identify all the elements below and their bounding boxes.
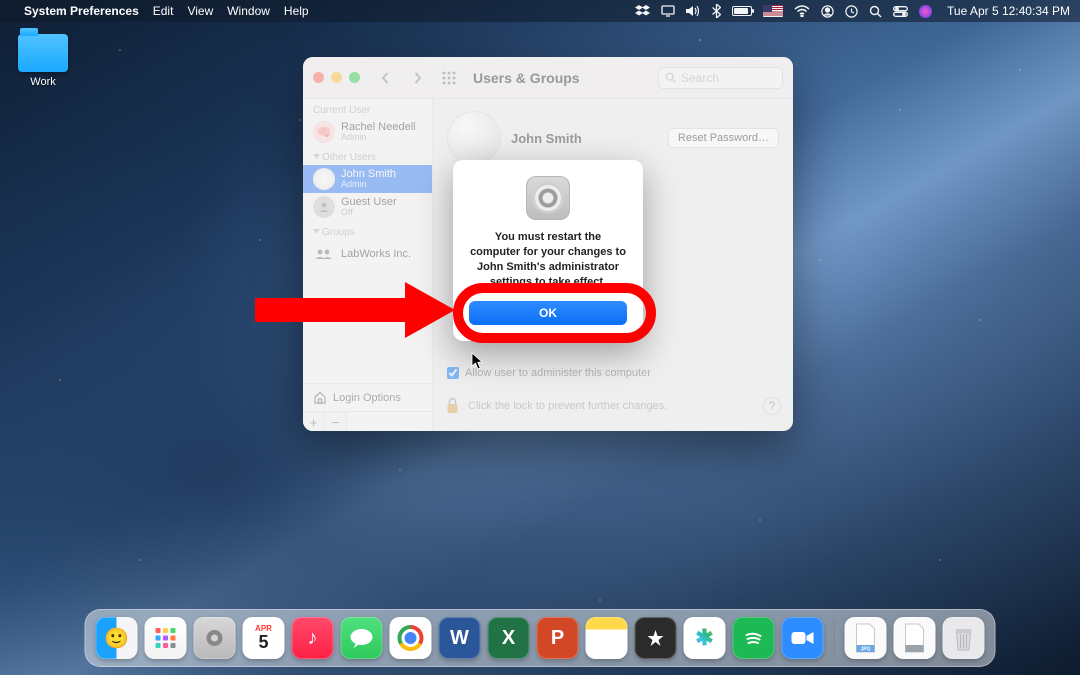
desktop-folder-work[interactable]: Work [10,34,76,88]
dock: 🙂 APR5 ♪ W X P ✱ JPG [85,609,996,667]
calendar-day: 5 [258,633,268,651]
house-icon [313,391,327,404]
mouse-cursor [471,352,485,370]
dock-item-trash[interactable] [943,617,985,659]
dock-item-slack[interactable]: ✱ [684,617,726,659]
groups-label: Groups [303,221,432,240]
help-button[interactable]: ? [763,397,781,415]
other-users-label: Other Users [303,146,432,165]
remove-user-button[interactable]: − [325,412,347,431]
folder-icon [18,34,68,72]
login-options-label: Login Options [333,392,401,404]
user-role: Admin [341,133,416,143]
user-icon[interactable] [821,5,834,18]
system-preferences-window: Users & Groups Search Current User 🧠 Rac… [303,57,793,431]
dock-item-chrome[interactable] [390,617,432,659]
app-name[interactable]: System Preferences [24,4,139,18]
sidebar-item-current-user[interactable]: 🧠 Rachel Needell Admin [303,118,432,146]
screen-mirror-icon[interactable] [661,5,675,17]
control-center-icon[interactable] [893,6,908,17]
menu-help[interactable]: Help [284,4,309,18]
window-minimize-button[interactable] [331,72,342,83]
search-input[interactable]: Search [658,67,783,89]
siri-icon[interactable] [919,5,932,18]
dock-item-messages[interactable] [341,617,383,659]
lock-text: Click the lock to prevent further change… [468,400,667,412]
current-user-label: Current User [303,99,432,118]
users-sidebar: Current User 🧠 Rachel Needell Admin Othe… [303,99,433,431]
window-fullscreen-button[interactable] [349,72,360,83]
dock-item-music[interactable]: ♪ [292,617,334,659]
clock-icon[interactable] [845,5,858,18]
dock-item-app-dark[interactable] [635,617,677,659]
dropbox-icon[interactable] [635,5,650,18]
dock-item-launchpad[interactable] [145,617,187,659]
sidebar-item-john-smith[interactable]: John Smith Admin [303,165,432,193]
dialog-message: You must restart the computer for your c… [469,230,627,289]
desktop-background: System Preferences Edit View Window Help… [0,0,1080,675]
desktop-folder-label: Work [10,76,76,88]
window-titlebar: Users & Groups Search [303,57,793,99]
avatar [313,196,335,218]
sidebar-item-group[interactable]: LabWorks Inc. [303,240,432,268]
dock-item-powerpoint[interactable]: P [537,617,579,659]
allow-admin-label: Allow user to administer this computer [465,367,651,379]
dock-separator [834,618,835,658]
add-user-button[interactable]: + [303,412,325,431]
reset-password-button[interactable]: Reset Password… [668,128,779,148]
dock-item-excel[interactable]: X [488,617,530,659]
dock-item-notes[interactable] [586,617,628,659]
dock-item-spotify[interactable] [733,617,775,659]
window-title: Users & Groups [473,70,580,86]
restart-required-dialog: You must restart the computer for your c… [453,160,643,341]
sidebar-plus-minus: + − [303,411,432,431]
dock-item-file-2[interactable] [894,617,936,659]
battery-icon[interactable] [732,6,752,16]
group-icon [313,243,335,265]
bluetooth-icon[interactable] [712,4,721,18]
volume-icon[interactable] [686,5,701,17]
dock-item-finder[interactable]: 🙂 [96,617,138,659]
lock-icon[interactable] [445,397,460,415]
menu-edit[interactable]: Edit [153,4,174,18]
group-name: LabWorks Inc. [341,248,411,260]
sidebar-item-guest-user[interactable]: Guest User Off [303,193,432,221]
user-role: Admin [341,180,396,190]
search-placeholder: Search [681,71,719,85]
dock-item-zoom[interactable] [782,617,824,659]
window-traffic-lights [313,72,360,83]
dock-item-system-preferences[interactable] [194,617,236,659]
user-avatar[interactable] [447,111,501,165]
wifi-icon[interactable] [794,5,810,17]
window-close-button[interactable] [313,72,324,83]
nav-forward-button[interactable] [406,66,428,90]
svg-text:JPG: JPG [860,647,870,653]
spotlight-icon[interactable] [869,5,882,18]
menu-window[interactable]: Window [227,4,270,18]
nav-back-button[interactable] [374,66,396,90]
user-display-name: John Smith [511,131,582,146]
menubar-clock[interactable]: Tue Apr 5 12:40:34 PM [947,4,1070,18]
avatar: 🧠 [313,121,335,143]
avatar [313,168,335,190]
show-all-button[interactable] [438,66,460,90]
search-icon [665,72,676,83]
dock-item-calendar[interactable]: APR5 [243,617,285,659]
input-flag-icon[interactable] [763,5,783,17]
login-options-button[interactable]: Login Options [303,383,432,411]
ok-button[interactable]: OK [469,301,627,325]
dock-item-word[interactable]: W [439,617,481,659]
allow-admin-checkbox-input[interactable] [447,367,459,379]
system-preferences-icon [526,176,570,220]
system-menubar: System Preferences Edit View Window Help… [0,0,1080,22]
menu-view[interactable]: View [187,4,213,18]
lock-row: Click the lock to prevent further change… [445,391,781,421]
user-role: Off [341,208,397,218]
dock-item-file-1[interactable]: JPG [845,617,887,659]
